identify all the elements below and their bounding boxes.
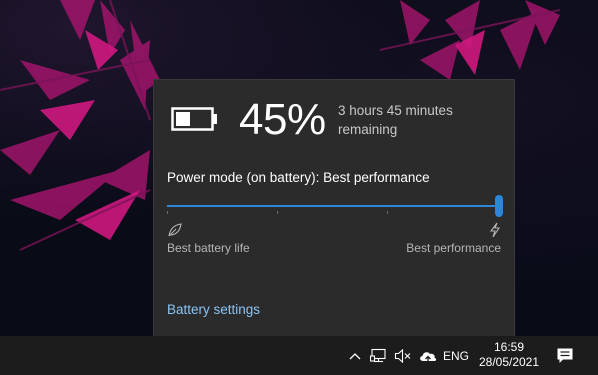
notification-icon[interactable] [552, 336, 578, 375]
power-mode-slider[interactable] [167, 194, 504, 220]
battery-settings-link[interactable]: Battery settings [167, 302, 260, 317]
slider-thumb[interactable] [495, 195, 503, 217]
clock-date: 28/05/2021 [478, 355, 540, 369]
taskbar: ENG 16:59 28/05/2021 [0, 336, 598, 375]
clock-time: 16:59 [493, 340, 525, 354]
slider-tick [387, 211, 388, 214]
battery-icon [171, 107, 219, 136]
slider-max-label: Best performance [406, 241, 501, 255]
slider-track [167, 205, 497, 207]
lightning-bolt-icon [488, 222, 502, 243]
battery-flyout: 45% 3 hours 45 minutes remaining Power m… [153, 79, 515, 336]
chevron-up-icon[interactable] [345, 336, 365, 375]
language-indicator[interactable]: ENG [442, 336, 470, 375]
time-remaining-line1: 3 hours 45 minutes [338, 103, 453, 118]
battery-percentage: 45% [239, 95, 326, 144]
slider-tick [167, 211, 168, 214]
system-clock[interactable]: 16:59 28/05/2021 [476, 340, 542, 372]
leaf-icon [167, 222, 183, 243]
power-mode-label: Power mode (on battery): Best performanc… [167, 170, 430, 185]
slider-tick [277, 211, 278, 214]
slider-min-label: Best battery life [167, 241, 250, 255]
onedrive-cloud-icon[interactable] [417, 336, 439, 375]
volume-muted-icon[interactable] [393, 336, 413, 375]
time-remaining-line2: remaining [338, 122, 398, 137]
time-remaining: 3 hours 45 minutes remaining [338, 101, 453, 139]
network-icon[interactable] [369, 336, 389, 375]
